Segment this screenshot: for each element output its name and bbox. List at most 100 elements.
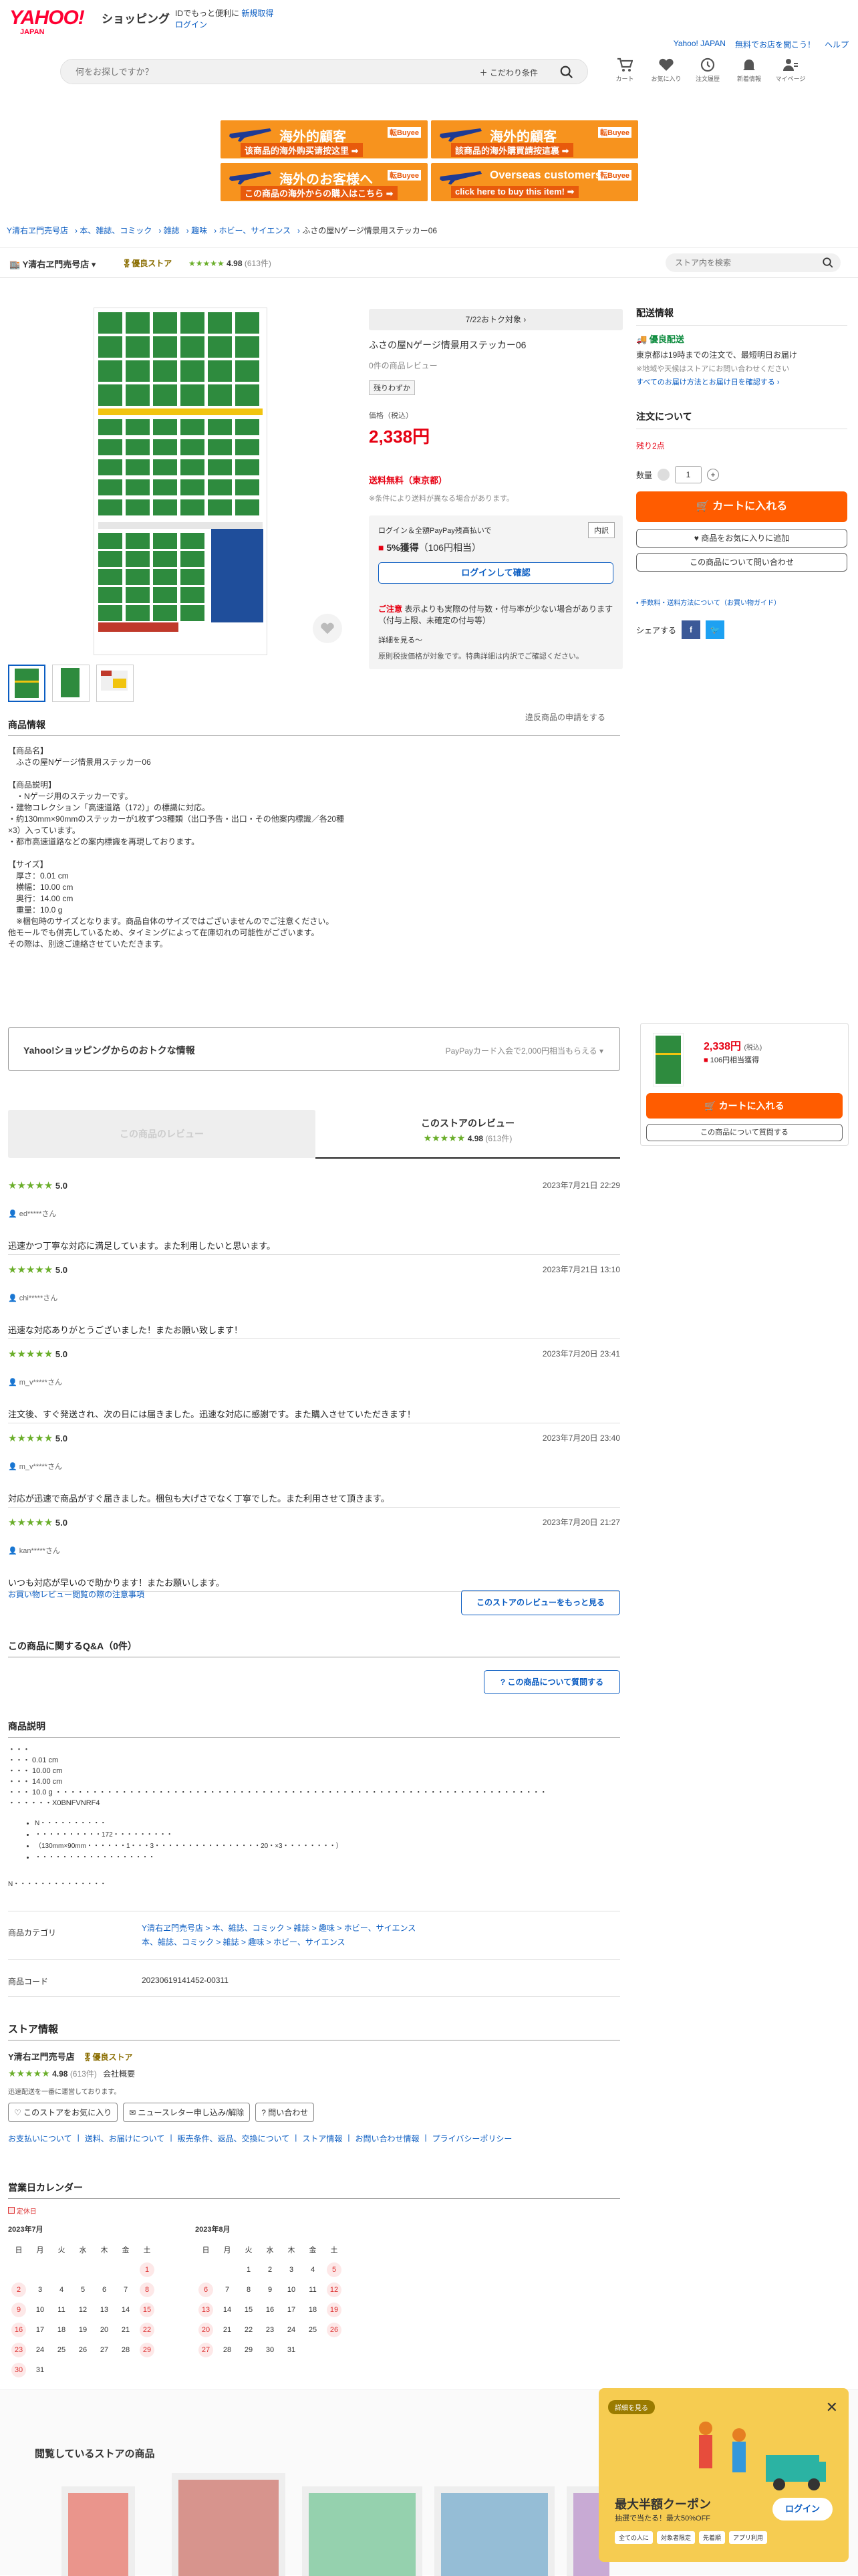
- deals-box[interactable]: Yahoo!ショッピングからのおトクな情報 PayPayカード入会で2,000円…: [8, 1027, 620, 1071]
- register-link[interactable]: 新規取得: [241, 9, 273, 18]
- sticker-tile: [153, 479, 177, 495]
- sticker-tile: [126, 605, 150, 621]
- promo-target-bar[interactable]: 7/22おトク対象 ›: [369, 309, 623, 330]
- airplane-icon: [440, 171, 482, 185]
- mini-product-image[interactable]: [653, 1033, 684, 1086]
- breadcrumb-item[interactable]: ホビー、サイエンス: [219, 226, 291, 235]
- login-confirm-button[interactable]: ログインして確認: [378, 562, 613, 584]
- store-link-payment[interactable]: お支払いについて: [8, 2133, 72, 2144]
- remaining-stock: 残り2点: [636, 441, 665, 451]
- yahoo-logo[interactable]: YAHOO!: [9, 7, 85, 29]
- calendar-day: 22: [136, 2320, 158, 2340]
- calendar-july: 2023年7月 日月火水木金土 1 2 3 4 5 6 7 8 9 10 11 12 13 14 15 16 17…: [8, 2224, 158, 2380]
- add-favorite-button[interactable]: ♥ 商品をお気に入りに追加: [636, 529, 847, 548]
- details-link[interactable]: 詳細を見る〜: [378, 634, 613, 645]
- search-input[interactable]: [61, 60, 408, 84]
- banner-cta: この商品の海外からの購入はこちら ➡: [241, 186, 398, 200]
- yahoo-japan-link[interactable]: Yahoo! JAPAN: [674, 39, 726, 50]
- calendar-day: 24: [35, 2346, 45, 2354]
- category-path-1[interactable]: Y清右ヱ門売号店 > 本、雑誌、コミック > 雑誌 > 趣味 > ホビー、サイエ…: [142, 1921, 416, 1936]
- quantity-stepper[interactable]: 1: [675, 466, 702, 483]
- coupon-popup[interactable]: 詳細を見る ✕ 最大半額クーポン 抽選で当たる！最大50%OFF ログイン 全て…: [599, 2388, 849, 2562]
- cart-nav[interactable]: カート: [608, 57, 641, 83]
- buyee-banner-en[interactable]: 転Buyee Overseas customers, click here to…: [431, 163, 638, 201]
- banner-title: 海外的顧客: [490, 130, 557, 144]
- info-line: 他モールでも併売しているため、タイミングによって在庫切れの可能性がございます。: [8, 928, 319, 937]
- thumbnail-2[interactable]: [52, 665, 90, 702]
- product-review-count[interactable]: 0件の商品レビュー: [369, 360, 623, 371]
- company-link[interactable]: 会社概要: [103, 2069, 135, 2079]
- favorite-store-button[interactable]: ♡ このストアをお気に入り: [8, 2103, 118, 2122]
- store-link-privacy[interactable]: プライバシーポリシー: [432, 2133, 513, 2144]
- store-link-contact[interactable]: お問い合わせ情報: [355, 2133, 419, 2144]
- store-link-shipping[interactable]: 送料、お届けについて: [85, 2133, 165, 2144]
- calendar-day: 4: [310, 2266, 315, 2274]
- store-link-returns[interactable]: 販売条件、返品、交換について: [178, 2133, 290, 2144]
- calendar-day: 17: [287, 2306, 296, 2314]
- facebook-icon[interactable]: f: [682, 620, 701, 639]
- sticker-tile: [98, 479, 122, 495]
- info-line: 【商品説明】: [8, 780, 57, 790]
- calendar-day: 24: [287, 2326, 296, 2334]
- product-main-image[interactable]: [94, 308, 267, 655]
- news-nav[interactable]: 新着情報: [732, 57, 766, 83]
- mypage-nav[interactable]: マイページ: [774, 57, 807, 83]
- mini-ask-button[interactable]: この商品について質問する: [646, 1124, 843, 1141]
- more-store-reviews-button[interactable]: このストアのレビューをもっと見る: [461, 1590, 620, 1615]
- orders-nav[interactable]: 注文履歴: [691, 57, 724, 83]
- buyee-banner-cn-traditional[interactable]: 転Buyee 海外的顧客 該商品的海外購買請按這裏 ➡: [431, 120, 638, 158]
- recent-item-thumbnails[interactable]: [35, 2473, 609, 2576]
- sticker-tile: [208, 336, 232, 358]
- search-icon[interactable]: [559, 65, 574, 80]
- breadcrumb-item[interactable]: 趣味: [191, 226, 207, 235]
- inquiry-button[interactable]: この商品について問い合わせ: [636, 553, 847, 572]
- product-review-tab[interactable]: この商品のレビュー: [8, 1110, 315, 1158]
- buyee-banner-cn-simplified[interactable]: 転Buyee 海外的顧客 该商品的海外购买请按这里 ➡: [221, 120, 428, 158]
- newsletter-button[interactable]: ✉ ニュースレター申し込み/解除: [123, 2103, 251, 2122]
- breadcrumb-item[interactable]: Y清右ヱ門売号店: [7, 226, 68, 235]
- thumbnail-3[interactable]: [96, 665, 134, 702]
- twitter-icon[interactable]: 🐦: [706, 620, 725, 639]
- calendar-day: [195, 2260, 217, 2280]
- open-store-link[interactable]: 無料でお店を開こう！: [735, 39, 815, 50]
- store-inquiry-button[interactable]: ? 問い合わせ: [255, 2103, 315, 2122]
- ask-question-button[interactable]: ? この商品について質問する: [484, 1670, 620, 1694]
- store-rating[interactable]: ★★★★★ 4.98 (613件): [188, 257, 271, 269]
- thumbnail-1[interactable]: [8, 665, 45, 702]
- rating-stars: ★★★★★: [8, 1517, 53, 1528]
- search-icon[interactable]: [822, 257, 834, 269]
- breakdown-button[interactable]: 内訳: [588, 522, 615, 538]
- store-info-name[interactable]: Y清右ヱ門売号店: [8, 2052, 75, 2062]
- favorites-nav[interactable]: お気に入り: [650, 57, 683, 83]
- popup-detail-tag[interactable]: 詳細を見る: [608, 2400, 655, 2414]
- review-body: 迅速な対応ありがとうございました！またお願い致します！: [8, 1325, 243, 1335]
- review-user: 👤 ed*****さん: [8, 1210, 57, 1218]
- store-search-input[interactable]: [666, 253, 799, 272]
- breadcrumb-item[interactable]: 雑誌: [164, 226, 180, 235]
- weekday-header: 土: [330, 2246, 338, 2254]
- store-link-info[interactable]: ストア情報: [302, 2133, 342, 2144]
- sticker-tile: [126, 360, 150, 382]
- shopping-wordmark[interactable]: ショッピング: [102, 9, 170, 26]
- breadcrumb-item[interactable]: 本、雑誌、コミック: [80, 226, 152, 235]
- delivery-all-link[interactable]: すべてのお届け方法とお届け日を確認する ›: [636, 376, 847, 387]
- store-review-tab[interactable]: このストアのレビュー ★★★★★ 4.98 (613件): [315, 1117, 620, 1144]
- category-path-2[interactable]: 本、雑誌、コミック > 雑誌 > 趣味 > ホビー、サイエンス: [142, 1936, 416, 1950]
- store-name[interactable]: 🏬 Y清右ヱ門売号店 ▾: [9, 257, 96, 270]
- mini-add-to-cart-button[interactable]: 🛒 カートに入れる: [646, 1093, 843, 1119]
- popup-login-button[interactable]: ログイン: [772, 2498, 833, 2521]
- qty-minus-button[interactable]: [658, 469, 670, 481]
- calendar-day: [94, 2360, 115, 2380]
- conditions-button[interactable]: ＋ こだわり条件: [480, 67, 538, 78]
- review-caution-link[interactable]: お買い物レビュー閲覧の際の注意事項: [8, 1589, 144, 1600]
- login-link[interactable]: ログイン: [175, 20, 207, 29]
- qty-plus-button[interactable]: +: [707, 469, 720, 481]
- fee-guide-link[interactable]: • 手数料・送料方法について（お買い物ガイド）: [636, 597, 847, 607]
- favorite-heart-button[interactable]: [313, 614, 342, 643]
- review-date: 2023年7月21日 22:29: [542, 1181, 620, 1190]
- buyee-banner-jp[interactable]: 転Buyee 海外のお客様へ この商品の海外からの購入はこちら ➡: [221, 163, 428, 201]
- cart-icon: [617, 57, 633, 72]
- help-link[interactable]: ヘルプ: [825, 39, 849, 50]
- add-to-cart-button[interactable]: 🛒 カートに入れる: [636, 491, 847, 522]
- calendar-day: 10: [35, 2306, 45, 2314]
